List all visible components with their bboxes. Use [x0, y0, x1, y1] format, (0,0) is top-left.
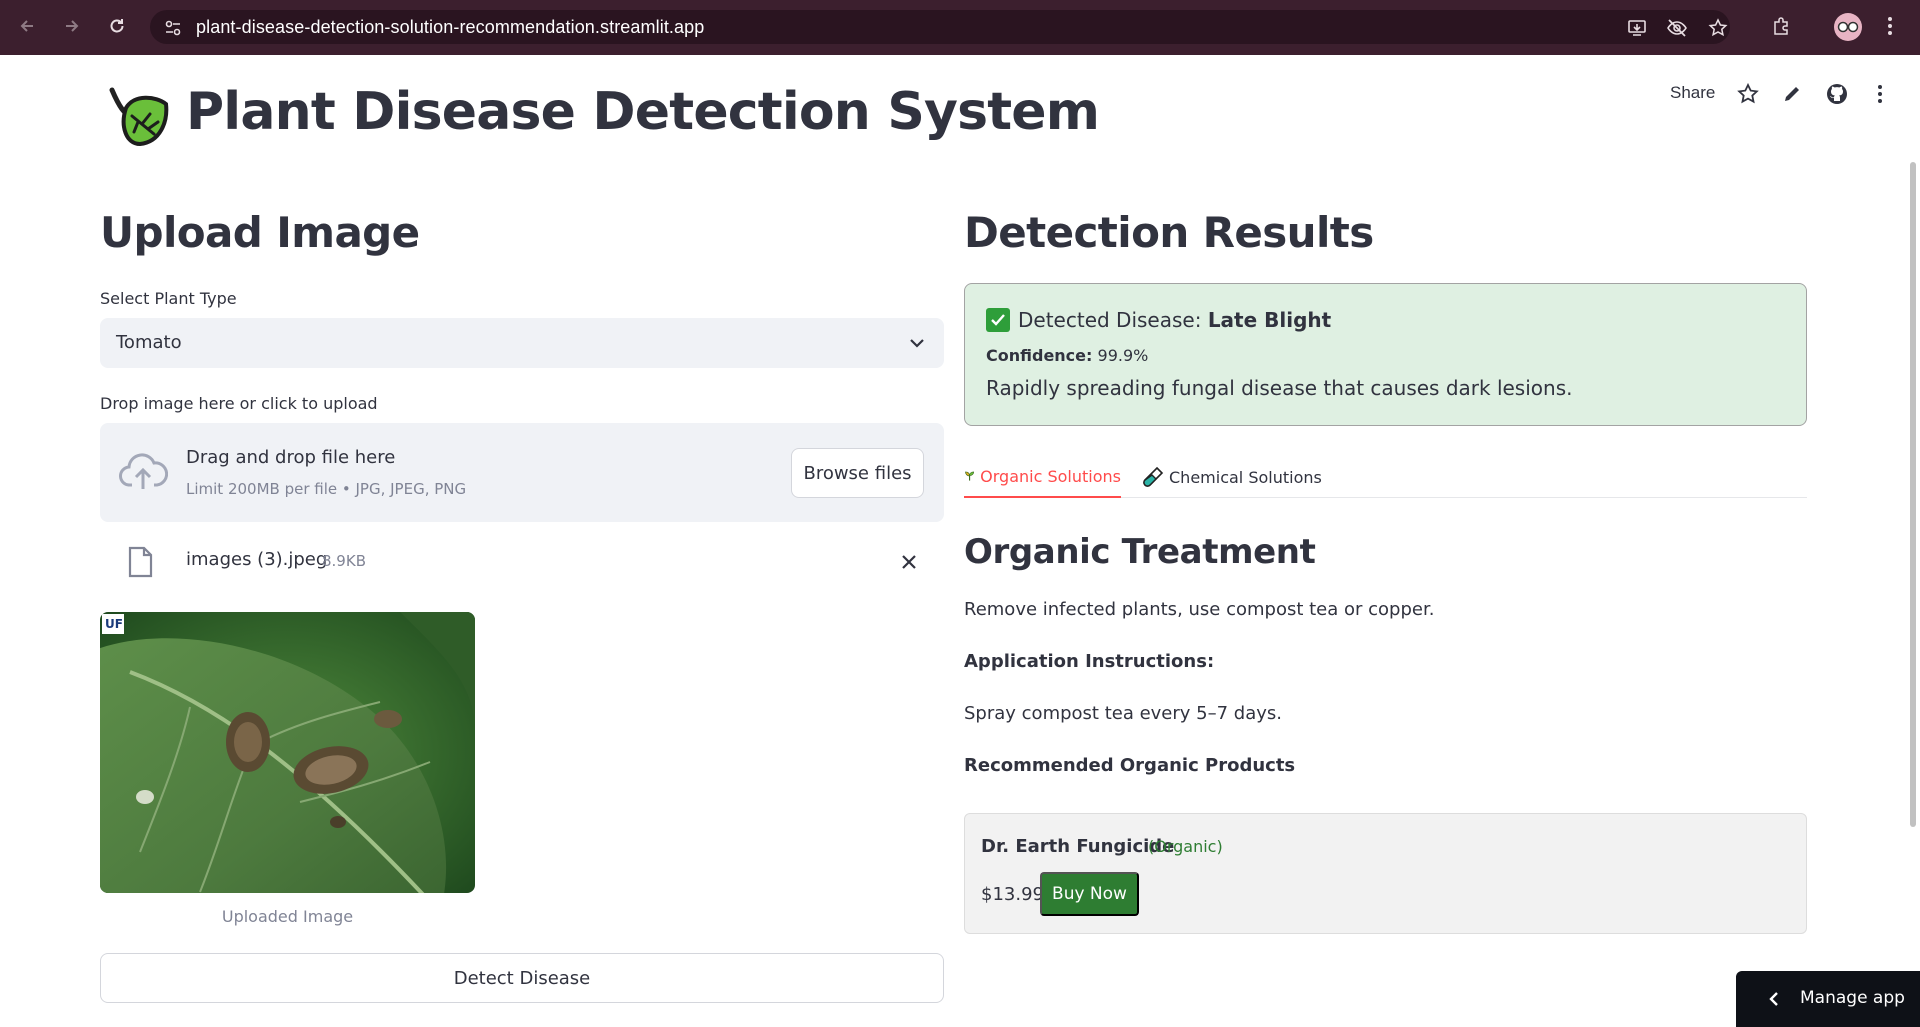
- back-icon[interactable]: [14, 13, 40, 39]
- image-caption: Uploaded Image: [221, 907, 354, 926]
- dropzone-limit: Limit 200MB per file • JPG, JPEG, PNG: [186, 480, 467, 498]
- plant-type-label: Select Plant Type: [100, 289, 237, 308]
- plant-type-value: Tomato: [116, 332, 182, 353]
- url-text: plant-disease-detection-solution-recomme…: [196, 17, 705, 37]
- confidence-line: Confidence: 99.9%: [986, 346, 1148, 365]
- remove-file-close-icon[interactable]: [896, 549, 922, 575]
- cloud-upload-icon: [119, 453, 168, 489]
- solution-tabs: Organic Solutions Chemical Solutions: [964, 456, 1807, 498]
- edit-pencil-icon[interactable]: [1778, 80, 1806, 108]
- instructions-text: Spray compost tea every 5–7 days.: [964, 703, 1282, 724]
- product-card: Dr. Earth Fungicide (Organic) $13.99 Buy…: [964, 813, 1807, 934]
- file-size: 8.9KB: [322, 552, 366, 570]
- product-name: Dr. Earth Fungicide: [981, 836, 1175, 857]
- github-icon[interactable]: [1823, 80, 1851, 108]
- tab-organic-solutions[interactable]: Organic Solutions: [964, 456, 1121, 498]
- svg-text:UF: UF: [105, 617, 123, 631]
- browse-files-button[interactable]: Browse files: [791, 448, 924, 498]
- test-tube-icon: [1143, 466, 1164, 487]
- tab-organic-label: Organic Solutions: [980, 466, 1121, 486]
- address-bar[interactable]: plant-disease-detection-solution-recomme…: [150, 10, 1730, 44]
- bookmark-star-icon[interactable]: [1707, 17, 1729, 39]
- chevron-down-icon: [910, 339, 924, 348]
- star-icon[interactable]: [1734, 80, 1762, 108]
- plant-type-select[interactable]: Tomato: [100, 318, 944, 368]
- confidence-value: 99.9%: [1097, 346, 1149, 365]
- eye-off-icon[interactable]: [1666, 17, 1688, 39]
- forward-icon[interactable]: [59, 13, 85, 39]
- product-price: $13.99: [981, 884, 1044, 905]
- profile-avatar[interactable]: [1834, 13, 1862, 41]
- buy-now-button[interactable]: Buy Now: [1040, 872, 1139, 916]
- site-settings-icon[interactable]: [162, 17, 184, 39]
- share-button[interactable]: Share: [1670, 83, 1715, 103]
- chrome-menu-icon[interactable]: [1877, 13, 1903, 39]
- uploaded-leaf-image: UF: [100, 612, 475, 893]
- reload-icon[interactable]: [104, 13, 130, 39]
- detected-disease-line: Detected Disease: Late Blight: [1018, 308, 1331, 332]
- disease-description: Rapidly spreading fungal disease that ca…: [986, 376, 1573, 400]
- tab-chemical-solutions[interactable]: Chemical Solutions: [1142, 456, 1322, 498]
- file-name: images (3).jpeg: [186, 549, 328, 570]
- treatment-heading: Organic Treatment: [964, 532, 1316, 572]
- manage-app-label: Manage app: [1800, 988, 1905, 1008]
- file-icon: [128, 546, 153, 578]
- detected-disease-value: Late Blight: [1207, 308, 1332, 332]
- detection-result-box: Detected Disease: Late Blight Confidence…: [964, 283, 1807, 426]
- uploaded-file-row: images (3).jpeg 8.9KB: [100, 540, 944, 582]
- detected-disease-prefix: Detected Disease:: [1018, 308, 1208, 332]
- tab-chemical-label: Chemical Solutions: [1169, 467, 1322, 487]
- file-dropzone[interactable]: Drag and drop file here Limit 200MB per …: [100, 423, 944, 522]
- products-label: Recommended Organic Products: [964, 755, 1296, 776]
- page-scrollbar[interactable]: [1910, 162, 1916, 827]
- extensions-icon[interactable]: [1768, 13, 1794, 39]
- dropzone-label: Drop image here or click to upload: [100, 394, 378, 413]
- browser-toolbar: plant-disease-detection-solution-recomme…: [0, 0, 1920, 55]
- confidence-label: Confidence:: [986, 346, 1093, 365]
- leaf-logo-icon: [104, 82, 170, 148]
- page-title: Plant Disease Detection System: [186, 82, 1100, 142]
- seedling-icon: [965, 471, 974, 481]
- main-menu-icon[interactable]: [1866, 80, 1894, 108]
- chevron-left-icon: [1769, 992, 1778, 1006]
- treatment-text: Remove infected plants, use compost tea …: [964, 599, 1435, 620]
- install-app-icon[interactable]: [1626, 17, 1648, 39]
- results-heading: Detection Results: [964, 208, 1374, 257]
- product-tag: (Organic): [1148, 837, 1223, 856]
- upload-heading: Upload Image: [100, 208, 420, 257]
- instructions-label: Application Instructions:: [964, 651, 1215, 672]
- check-mark-icon: [986, 308, 1010, 332]
- dropzone-title: Drag and drop file here: [186, 447, 396, 468]
- manage-app-button[interactable]: Manage app: [1736, 971, 1920, 1027]
- detect-disease-button[interactable]: Detect Disease: [100, 953, 944, 1003]
